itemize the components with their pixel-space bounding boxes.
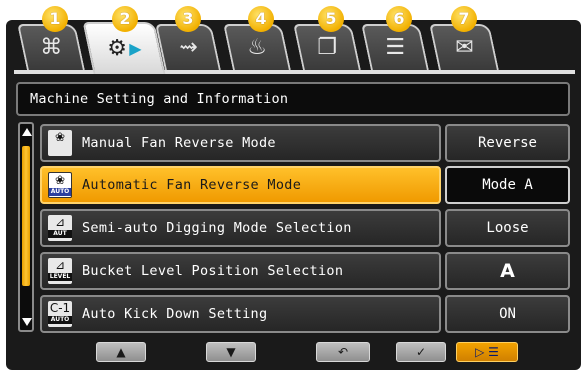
setting-label: Bucket Level Position Selection: [82, 263, 344, 279]
icon-sub-label: AUTO: [48, 316, 72, 324]
machine-settings-icon: ⚙: [107, 36, 127, 61]
tab-badge-4: 4: [248, 6, 274, 32]
icon-sub-label: AUTO: [49, 188, 71, 196]
tab-badge-6: 6: [386, 6, 412, 32]
setting-value[interactable]: Loose: [445, 209, 570, 247]
icon-sub-label: LEVEL: [48, 273, 72, 281]
setting-row-semi-auto-digging[interactable]: ⊿ AUT Semi-auto Digging Mode Selection L…: [40, 209, 570, 247]
next-page-button[interactable]: ▷ ☰: [456, 342, 518, 362]
scroll-down-button[interactable]: ▼: [206, 342, 256, 362]
scroll-up-button[interactable]: ▲: [96, 342, 146, 362]
list-icon: ☰: [385, 35, 406, 60]
scroll-down-arrow-icon[interactable]: [22, 318, 32, 326]
bucket-level-icon: ⊿ LEVEL: [48, 258, 72, 284]
setting-row-auto-kick-down[interactable]: C-1 AUTO Auto Kick Down Setting ON: [40, 295, 570, 333]
display-frame: 1 2 3 4 5 6 7 ⌘ ⚙ ▶ ⇝ ♨ ❐ ☰ ✉ Machine Se…: [0, 0, 587, 373]
tab-badge-7: 7: [451, 6, 477, 32]
tab-badge-3: 3: [175, 6, 201, 32]
setting-item[interactable]: C-1 AUTO Auto Kick Down Setting: [40, 295, 441, 333]
setting-item[interactable]: ❀ AUTO Automatic Fan Reverse Mode: [40, 166, 441, 204]
manual-book-icon: ❐: [317, 35, 338, 60]
tab-badge-5: 5: [318, 6, 344, 32]
setting-value[interactable]: Reverse: [445, 124, 570, 162]
page-title: Machine Setting and Information: [16, 82, 570, 116]
digging-icon: ⊿ AUT: [48, 215, 72, 241]
scrollbar[interactable]: [18, 122, 34, 332]
signal-icon: ⇝: [178, 35, 198, 60]
tab-badge-2: 2: [112, 6, 138, 32]
auto-fan-icon: ❀ AUTO: [48, 172, 72, 198]
setting-label: Semi-auto Digging Mode Selection: [82, 220, 352, 236]
undo-arrow-icon: ↶: [337, 345, 349, 359]
confirm-button[interactable]: ✓: [396, 342, 446, 362]
setting-label: Automatic Fan Reverse Mode: [82, 177, 302, 193]
setting-item[interactable]: ⊿ LEVEL Bucket Level Position Selection: [40, 252, 441, 290]
setting-label: Auto Kick Down Setting: [82, 306, 268, 322]
kick-down-icon: C-1 AUTO: [48, 301, 72, 327]
mail-icon: ✉: [454, 35, 474, 60]
setting-item[interactable]: ⊿ AUT Semi-auto Digging Mode Selection: [40, 209, 441, 247]
page-forward-icon: ▷ ☰: [475, 345, 499, 359]
setting-row-manual-fan-reverse[interactable]: ❀ Manual Fan Reverse Mode Reverse: [40, 124, 570, 162]
leaf-icon: ⌘: [40, 35, 63, 60]
icon-sub-label: AUT: [48, 230, 72, 238]
scroll-thumb[interactable]: [22, 146, 30, 286]
tab-badge-1: 1: [42, 6, 68, 32]
setting-row-automatic-fan-reverse[interactable]: ❀ AUTO Automatic Fan Reverse Mode Mode A: [40, 166, 570, 204]
operator-icon: ♨: [247, 35, 268, 60]
setting-label: Manual Fan Reverse Mode: [82, 135, 276, 151]
fan-icon: ❀: [48, 130, 72, 156]
triangle-up-icon: ▲: [116, 345, 126, 359]
setting-value[interactable]: Mode A: [445, 166, 570, 204]
back-button[interactable]: ↶: [316, 342, 370, 362]
scroll-up-arrow-icon[interactable]: [22, 128, 32, 136]
arrow-right-icon: ▶: [128, 39, 142, 58]
setting-item[interactable]: ❀ Manual Fan Reverse Mode: [40, 124, 441, 162]
setting-value[interactable]: A: [445, 252, 570, 290]
triangle-down-icon: ▼: [226, 345, 236, 359]
checkmark-icon: ✓: [415, 345, 427, 359]
setting-row-bucket-level-position[interactable]: ⊿ LEVEL Bucket Level Position Selection …: [40, 252, 570, 290]
setting-value[interactable]: ON: [445, 295, 570, 333]
